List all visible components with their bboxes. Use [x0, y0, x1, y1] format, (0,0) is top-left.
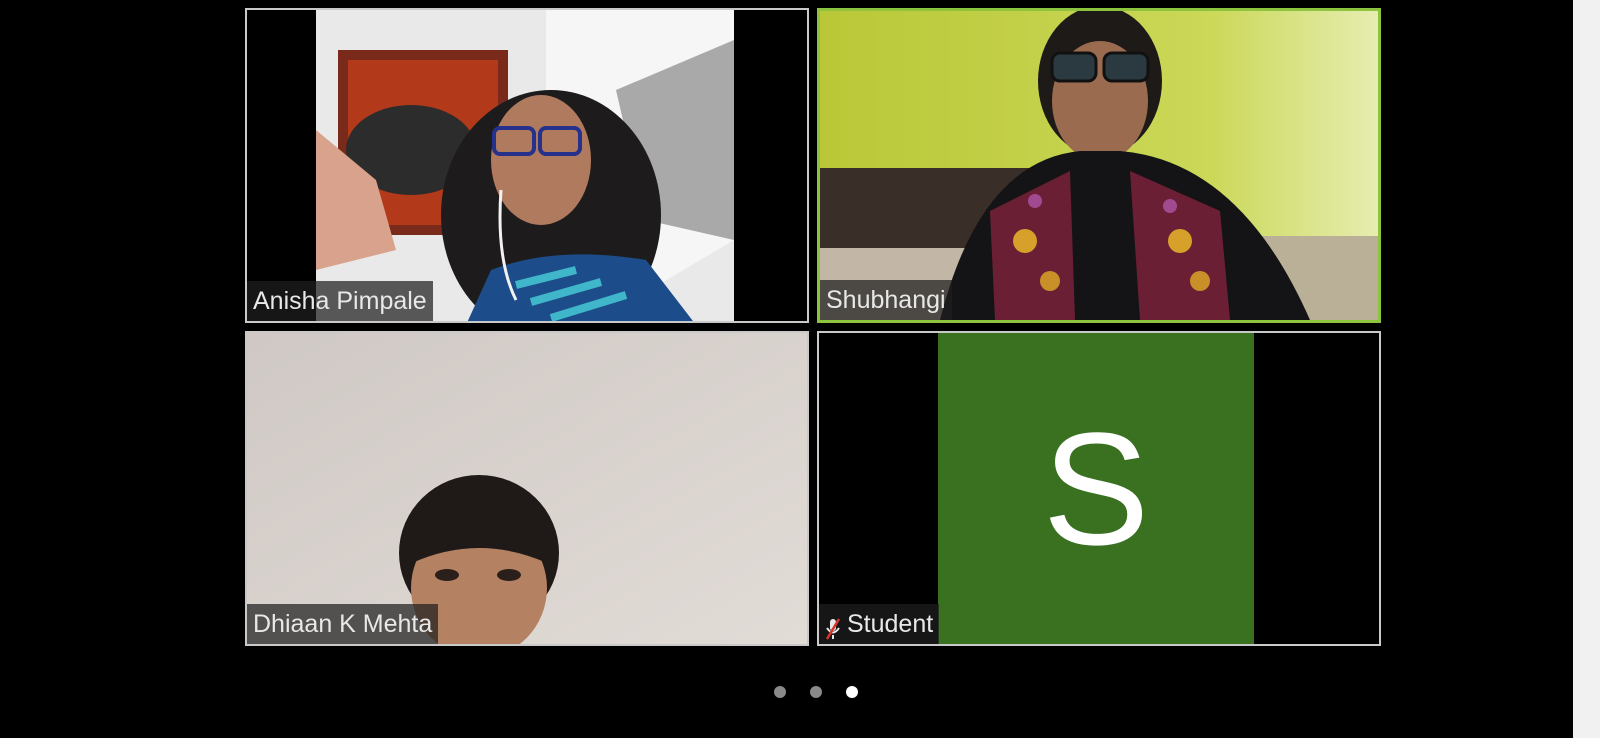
participant-tile-shubhangi[interactable]: Shubhangi — [817, 8, 1381, 323]
participant-tile-anisha-pimpale[interactable]: Anisha Pimpale — [245, 8, 809, 323]
page-dot-3-current[interactable] — [846, 686, 858, 698]
participant-video-feed — [820, 11, 1378, 320]
participant-name-label: Student — [819, 604, 940, 644]
video-frame-anisha — [316, 10, 734, 321]
participant-avatar: S — [938, 333, 1254, 644]
participant-video-feed — [247, 333, 807, 644]
gallery-pagination — [768, 683, 878, 703]
muted-mic-icon — [825, 613, 841, 641]
participant-name-label: Shubhangi — [820, 280, 952, 320]
participant-name-label: Anisha Pimpale — [247, 281, 433, 321]
participant-tile-student[interactable]: S Student — [817, 331, 1381, 646]
participant-name-label: Dhiaan K Mehta — [247, 604, 439, 644]
participant-video-feed — [316, 10, 734, 321]
meeting-gallery-view: Anisha Pimpale Shubhangi Dhiaan K Mehta … — [0, 0, 1573, 738]
video-frame-shubhangi — [820, 11, 1378, 320]
participant-name-text: Student — [847, 610, 934, 638]
avatar-letter: S — [1042, 398, 1150, 578]
page-dot-2[interactable] — [810, 686, 822, 698]
right-edge-strip — [1573, 0, 1600, 738]
page-dot-1[interactable] — [774, 686, 786, 698]
participant-tile-dhiaan-k-mehta[interactable]: Dhiaan K Mehta — [245, 331, 809, 646]
video-frame-dhiaan — [247, 333, 807, 644]
